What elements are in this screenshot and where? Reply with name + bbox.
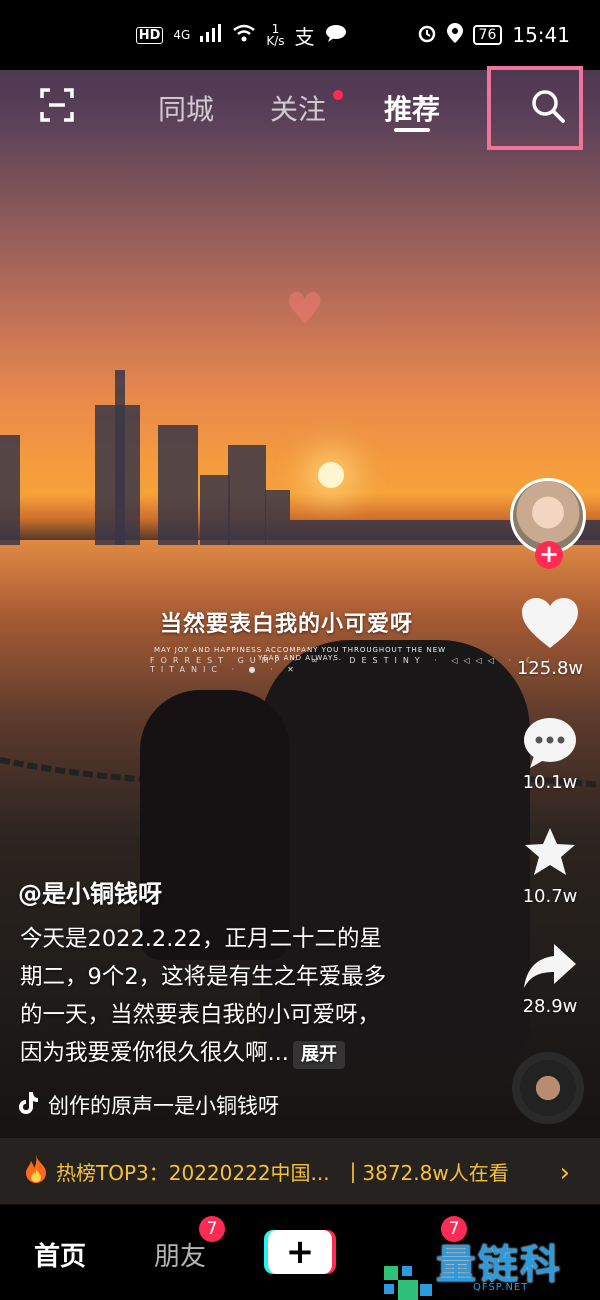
share-count: 28.9w	[522, 996, 578, 1017]
favorite-button[interactable]	[522, 826, 578, 878]
caption-line-last: 因为我要爱你很久很久啊... 展开	[20, 1034, 460, 1072]
fire-icon	[24, 1154, 48, 1188]
battery-indicator: 76	[472, 25, 503, 45]
hot-list-viewers: 3872.8w人在看	[362, 1160, 509, 1185]
hot-list-separator: |	[349, 1159, 357, 1183]
star-icon	[525, 828, 575, 875]
hot-list-title: 热榜TOP3：20220222中国...	[56, 1160, 330, 1185]
video-overlay-title: 当然要表白我的小可爱呀	[160, 611, 414, 637]
signal-icon	[200, 23, 222, 47]
heart-decoration: ♥	[285, 284, 325, 335]
caption-line: 期二，9个2，这将是有生之年爱最多	[20, 964, 387, 990]
caption-line: 今天是2022.2.22，正月二十二的星	[20, 926, 383, 952]
music-info[interactable]: 创作的原声一是小铜钱呀	[18, 1090, 279, 1120]
comment-icon	[524, 718, 576, 768]
tab-nearby[interactable]: 同城	[158, 88, 214, 128]
watermark-logo-icon	[380, 1262, 436, 1300]
app-screen: ♥ 当然要表白我的小可爱呀 MAY JOY AND HAPPINESS ACCO…	[0, 0, 600, 1300]
friends-badge: 7	[199, 1216, 225, 1242]
tab-following[interactable]: 关注	[270, 88, 326, 128]
favorite-count: 10.7w	[522, 886, 578, 907]
status-bar: HD 4G 1 K/s 支 76 15:41	[0, 0, 600, 70]
like-count: 125.8w	[516, 658, 584, 679]
hot-list-bar[interactable]: 热榜TOP3：20220222中国... | 3872.8w人在看	[0, 1138, 600, 1204]
search-icon[interactable]	[530, 88, 566, 124]
tab-recommended[interactable]: 推荐	[384, 88, 440, 128]
heart-icon	[522, 598, 578, 648]
clock: 15:41	[512, 23, 570, 47]
like-button[interactable]	[522, 598, 578, 650]
speed-unit: K/s	[266, 34, 285, 48]
post-caption: 今天是2022.2.22，正月二十二的星 期二，9个2，这将是有生之年爱最多 的…	[20, 920, 460, 1072]
chat-bubble-icon	[325, 23, 347, 47]
music-disc-icon[interactable]	[512, 1052, 584, 1124]
caption-line: 的一天，当然要表白我的小可爱呀，	[20, 1002, 381, 1028]
following-notification-dot	[333, 90, 343, 100]
comment-button[interactable]	[522, 716, 578, 768]
create-post-button[interactable]: +	[268, 1230, 332, 1274]
active-tab-indicator	[394, 128, 430, 132]
network-type: 4G	[173, 28, 191, 42]
nav-home[interactable]: 首页	[34, 1236, 86, 1273]
tiktok-note-icon	[18, 1091, 38, 1119]
music-title: 创作的原声一是小铜钱呀	[48, 1094, 279, 1118]
hd-indicator: HD	[135, 26, 164, 44]
caption-line: 因为我要爱你很久很久啊...	[20, 1040, 289, 1066]
expand-button[interactable]: 展开	[292, 1041, 345, 1069]
share-arrow-icon	[524, 944, 576, 988]
nav-friends[interactable]: 朋友	[154, 1236, 206, 1273]
watermark-subtext: QFSP.NET	[473, 1282, 529, 1293]
wifi-icon	[232, 23, 256, 47]
comment-count: 10.1w	[522, 772, 578, 793]
share-button[interactable]	[522, 940, 578, 992]
chevron-right-icon[interactable]: ›	[560, 1158, 570, 1188]
follow-plus-button[interactable]: +	[535, 541, 563, 569]
alipay-icon: 支	[294, 24, 315, 49]
location-icon	[446, 22, 463, 48]
author-name[interactable]: @是小铜钱呀	[18, 874, 162, 909]
alarm-icon	[417, 23, 437, 48]
network-speed: 1 K/s	[266, 23, 284, 47]
scan-icon[interactable]	[40, 88, 74, 122]
